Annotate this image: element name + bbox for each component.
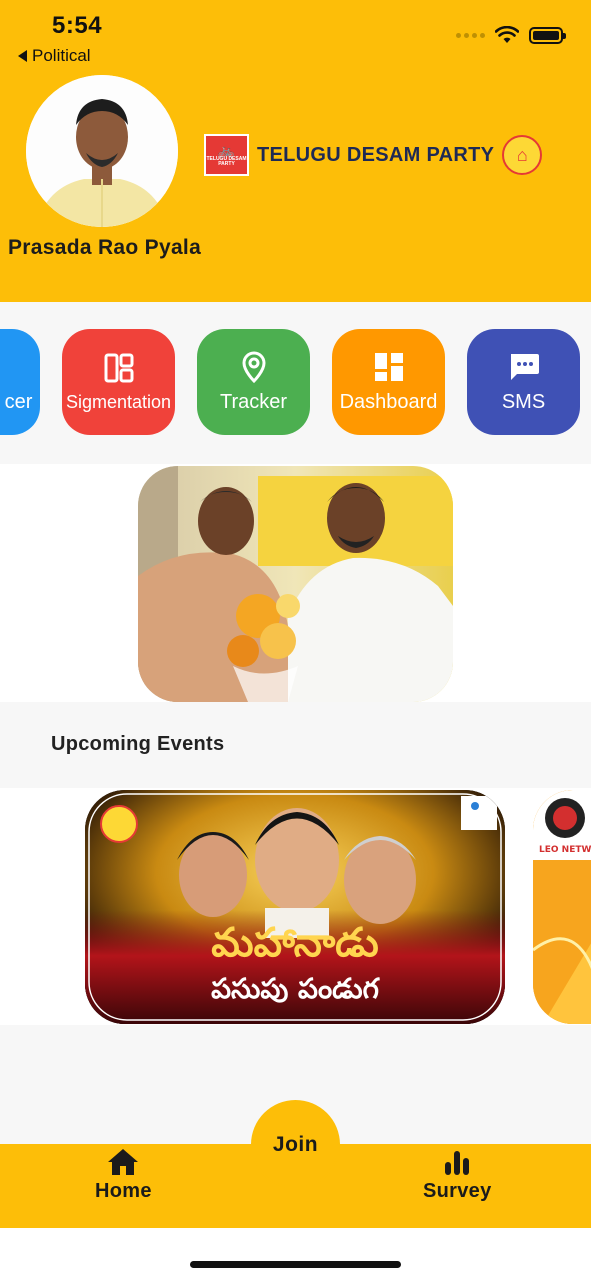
home-icon (108, 1149, 139, 1175)
action-label: Tracker (219, 390, 288, 413)
bicycle-icon: 🚲 (217, 141, 236, 158)
back-label: Political (32, 46, 91, 65)
banner-section (0, 464, 591, 702)
back-arrow-icon (18, 50, 27, 62)
nav-home[interactable]: Home (95, 1148, 152, 1203)
profile-name: Prasada Rao Pyala (8, 236, 202, 259)
quick-actions-row: cer Sigmentation Tracker Dashboard SMS (0, 302, 591, 464)
nav-survey-label: Survey (423, 1180, 492, 1202)
app-screen: 5:54 Political Prasada Rao Pyala 🚲 TELUG… (0, 0, 591, 1280)
bar-chart-icon (445, 1151, 470, 1175)
battery-icon (529, 26, 566, 44)
banner-photo[interactable] (138, 466, 453, 702)
party-logo: 🚲 TELUGU DESAM PARTY TELUGU DESAM PARTY … (204, 134, 543, 176)
location-pin-icon (241, 350, 267, 383)
avatar[interactable] (26, 75, 178, 227)
nav-survey[interactable]: Survey (423, 1148, 492, 1203)
action-tile-sigmentation[interactable]: Sigmentation (62, 329, 175, 435)
cellular-signal-icon (456, 32, 485, 38)
back-button[interactable]: Political (18, 46, 91, 66)
event-title: మహానాడు (211, 920, 379, 966)
action-tile-tracker[interactable]: Tracker (197, 329, 310, 435)
nav-home-label: Home (95, 1180, 152, 1202)
event-card[interactable]: LEO NETWORK (533, 790, 591, 1024)
grid-layout-icon (104, 352, 134, 384)
events-header: Upcoming Events (0, 702, 591, 788)
action-label: Dashboard (339, 390, 438, 413)
event-card[interactable]: మహానాడు పసుపు పండుగ (85, 790, 505, 1024)
action-tile-sms[interactable]: SMS (467, 329, 580, 435)
wifi-icon (495, 26, 519, 43)
events-title: Upcoming Events (51, 733, 225, 755)
action-label: Sigmentation (65, 391, 172, 412)
event-subtitle: పసుపు పండుగ (211, 972, 379, 1005)
status-icons (456, 26, 566, 44)
status-time: 5:54 (52, 12, 103, 39)
party-name: TELUGU DESAM PARTY (257, 143, 495, 166)
action-tile-dashboard[interactable]: Dashboard (332, 329, 445, 435)
events-carousel: మహానాడు పసుపు పండుగ LEO NETWORK (0, 788, 591, 1025)
message-icon (508, 351, 540, 383)
join-button[interactable]: Join (253, 1102, 338, 1187)
action-label: cer (4, 390, 33, 413)
home-indicator-area (0, 1228, 591, 1280)
party-badge-text: TELUGU DESAM PARTY (206, 155, 247, 167)
home-indicator[interactable] (190, 1261, 401, 1268)
party-emblem-icon: ⌂ (502, 135, 543, 175)
action-tile-cer[interactable]: cer (0, 329, 40, 435)
event-brand: LEO NETWORK (539, 845, 591, 855)
dashboard-icon (374, 351, 404, 383)
action-label: SMS (501, 390, 546, 413)
party-flag-badge: 🚲 TELUGU DESAM PARTY (204, 134, 249, 176)
profile-header: 5:54 Political Prasada Rao Pyala 🚲 TELUG… (0, 0, 591, 302)
